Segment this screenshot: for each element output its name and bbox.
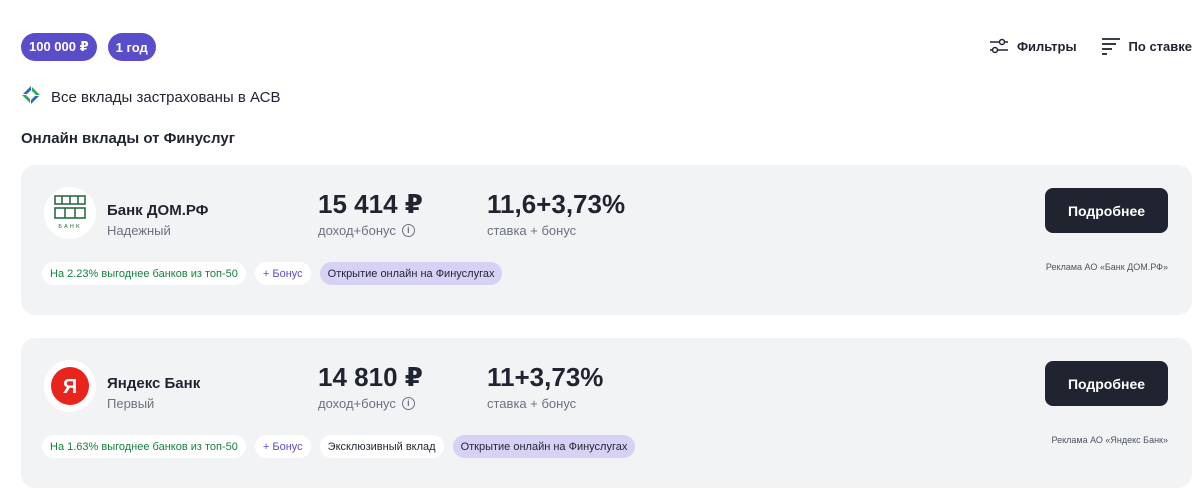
rate-label: ставка + бонус [487,223,577,238]
income-label: доход+бонус [318,223,396,238]
insurance-text: Все вклады застрахованы в АСВ [51,88,281,106]
details-button[interactable]: Подробнее [1045,361,1168,406]
bank-logo: Я [44,360,96,412]
logo-text: Я [63,376,77,398]
online-opening-tag: Открытие онлайн на Финуслугах [319,262,503,285]
income-label: доход+бонус [318,396,396,411]
domrf-logo-icon: БАНК [54,195,86,230]
sort-button[interactable]: По ставке [1101,36,1192,56]
amount-chip[interactable]: 100 000 ₽ [21,33,97,61]
section-title: Онлайн вклады от Финуслуг [21,130,235,147]
bank-subtitle: Первый [107,396,155,411]
bonus-tag[interactable]: + Бонус [254,435,311,458]
toolbar: Фильтры По ставке [989,36,1192,56]
exclusive-tag: Эксклюзивный вклад [319,435,444,458]
deposit-card: Я Яндекс Банк Первый 14 810 ₽ доход+бону… [21,338,1192,488]
sliders-icon [989,37,1009,55]
filter-chips: 100 000 ₽ 1 год [21,33,156,61]
income-label-row: доход+бонус i [318,396,415,411]
income-value: 15 414 ₽ [318,189,423,219]
info-icon[interactable]: i [401,224,415,237]
info-icon[interactable]: i [401,397,415,410]
benefit-tag: На 1.63% выгоднее банков из топ-50 [42,435,246,458]
filters-button[interactable]: Фильтры [989,37,1077,55]
sort-icon [1101,36,1121,56]
bank-subtitle: Надежный [107,223,171,238]
insurance-note: Все вклады застрахованы в АСВ [21,85,280,109]
ad-label: Реклама АО «Банк ДОМ.РФ» [1045,262,1168,272]
term-chip[interactable]: 1 год [107,33,156,61]
income-label-row: доход+бонус i [318,223,415,238]
bank-logo: БАНК [44,187,96,239]
ad-label: Реклама АО «Яндекс Банк» [1051,435,1168,445]
logo-text: БАНК [58,224,82,230]
details-button[interactable]: Подробнее [1045,188,1168,233]
rate-value: 11,6+3,73% [487,189,626,219]
benefit-tag: На 2.23% выгоднее банков из топ-50 [42,262,246,285]
bonus-tag[interactable]: + Бонус [254,262,311,285]
bank-name[interactable]: Банк ДОМ.РФ [107,202,208,219]
tag-list: На 2.23% выгоднее банков из топ-50 + Бон… [42,262,503,285]
rate-value: 11+3,73% [487,362,604,392]
online-opening-tag: Открытие онлайн на Финуслугах [452,435,636,458]
tag-list: На 1.63% выгоднее банков из топ-50 + Бон… [42,435,636,458]
asv-logo-icon [21,85,41,109]
rate-label: ставка + бонус [487,396,577,411]
bank-name[interactable]: Яндекс Банк [107,375,200,392]
income-value: 14 810 ₽ [318,362,423,392]
yandex-logo-icon: Я [51,367,89,405]
sort-label: По ставке [1128,38,1192,54]
filters-label: Фильтры [1016,38,1077,54]
deposit-card: БАНК Банк ДОМ.РФ Надежный 15 414 ₽ доход… [21,165,1192,315]
